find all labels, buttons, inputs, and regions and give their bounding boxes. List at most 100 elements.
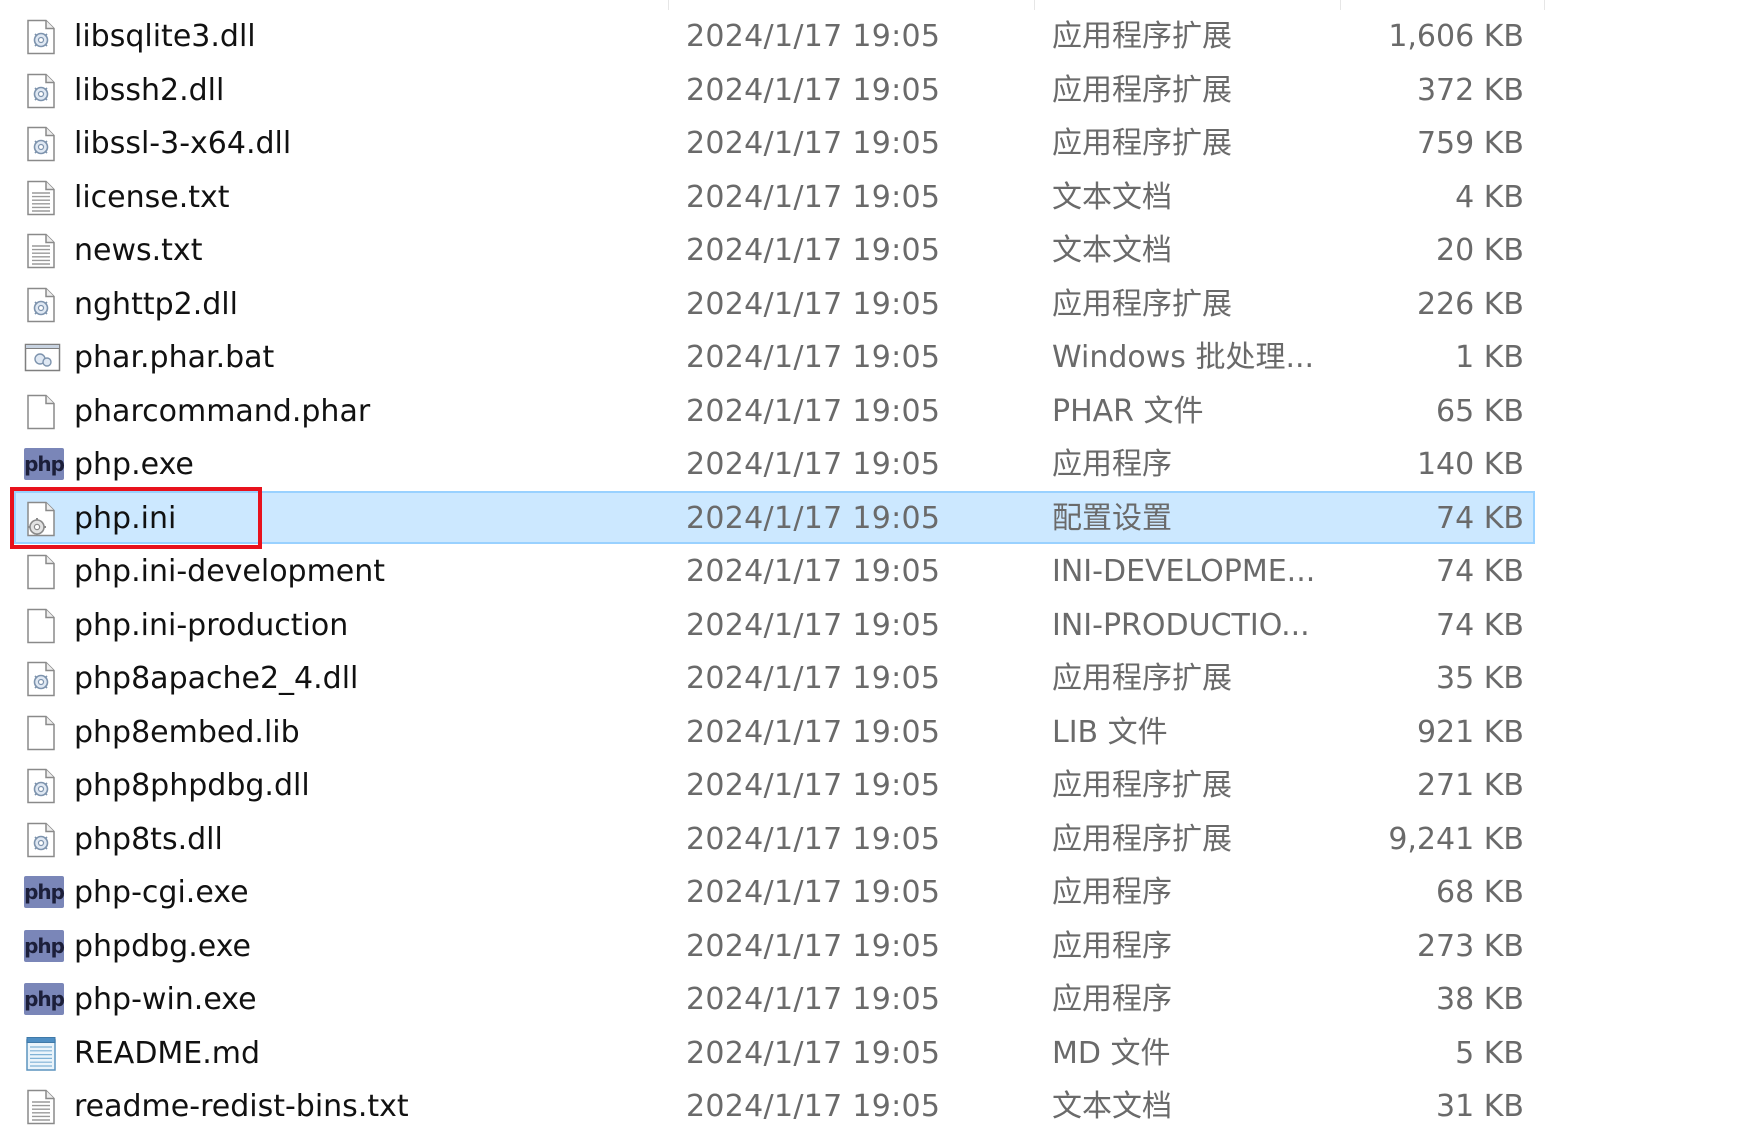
file-size: 65 KB [1436, 393, 1524, 429]
file-icon-cell [24, 171, 62, 225]
file-icon-cell [24, 813, 62, 867]
file-type: PHAR 文件 [1052, 393, 1204, 429]
column-divider[interactable] [1034, 0, 1035, 10]
file-icon-cell [24, 331, 62, 385]
file-size: 372 KB [1416, 72, 1524, 108]
file-row[interactable]: php.ini-development 2024/1/17 19:05 INI-DE… [0, 545, 1760, 599]
file-row[interactable]: license.txt 2024/1/17 19:05 文本文档 4 KB [0, 171, 1760, 225]
file-size: 38 KB [1436, 982, 1524, 1017]
file-name: phpdbg.exe [74, 928, 251, 964]
file-size: 31 KB [1436, 1089, 1524, 1124]
file-size: 271 KB [1416, 768, 1524, 803]
file-icon-cell [24, 759, 62, 813]
file-type: 应用程序扩展 [1052, 72, 1232, 108]
file-date-modified: 2024/1/17 19:05 [686, 1089, 941, 1124]
file-row[interactable]: readme-redist-bins.txt 2024/1/17 19:05 文本文… [0, 1080, 1760, 1132]
file-date-modified: 2024/1/17 19:05 [686, 1035, 941, 1071]
file-row[interactable]: phar.phar.bat 2024/1/17 19:05 Windows 批处理.… [0, 331, 1760, 385]
file-row[interactable]: libssh2.dll 2024/1/17 19:05 应用程序扩展 372 KB [0, 64, 1760, 118]
file-row[interactable]: news.txt 2024/1/17 19:05 文本文档 20 KB [0, 224, 1760, 278]
dll-icon [24, 73, 58, 109]
file-size: 140 KB [1416, 447, 1524, 482]
file-type: 应用程序扩展 [1052, 19, 1232, 54]
file-icon-cell [24, 652, 62, 706]
file-icon-cell [24, 545, 62, 599]
file-type: 文本文档 [1052, 1089, 1172, 1124]
file-size: 4 KB [1455, 179, 1524, 215]
file-name: libsqlite3.dll [74, 19, 256, 54]
file-date-modified: 2024/1/17 19:05 [686, 126, 941, 161]
file-size: 74 KB [1436, 500, 1524, 536]
file-name: php.ini-development [74, 554, 386, 589]
text-file-icon [24, 1089, 58, 1125]
file-date-modified: 2024/1/17 19:05 [686, 72, 941, 108]
file-type: 应用程序扩展 [1052, 661, 1232, 696]
file-type: 应用程序 [1052, 928, 1172, 964]
file-type: 应用程序 [1052, 875, 1172, 910]
file-row[interactable]: php8apache2_4.dll 2024/1/17 19:05 应用程序扩展 35… [0, 652, 1760, 706]
file-row[interactable]: libssl-3-x64.dll 2024/1/17 19:05 应用程序扩展 759… [0, 117, 1760, 171]
file-list: libsqlite3.dll 2024/1/17 19:05 应用程序扩展 1,606… [0, 10, 1760, 1132]
dll-icon [24, 661, 58, 697]
file-size: 35 KB [1436, 661, 1524, 696]
file-size: 759 KB [1416, 126, 1524, 161]
file-date-modified: 2024/1/17 19:05 [686, 554, 941, 589]
blank-file-icon [24, 554, 58, 590]
text-file-icon [24, 180, 58, 216]
file-row[interactable]: libsqlite3.dll 2024/1/17 19:05 应用程序扩展 1,606… [0, 10, 1760, 64]
file-size: 74 KB [1436, 607, 1524, 643]
file-row[interactable]: php8phpdbg.dll 2024/1/17 19:05 应用程序扩展 271 K… [0, 759, 1760, 813]
file-size: 921 KB [1416, 714, 1524, 750]
file-row[interactable]: README.md 2024/1/17 19:05 MD 文件 5 KB [0, 1027, 1760, 1081]
file-row[interactable]: php.ini 2024/1/17 19:05 配置设置 74 KB [0, 486, 1760, 549]
file-size: 1 KB [1455, 340, 1524, 375]
file-row[interactable]: php php.exe 2024/1/17 19:05 应用程序 140 KB [0, 438, 1760, 492]
file-type: LIB 文件 [1052, 714, 1168, 750]
batch-file-icon [24, 340, 61, 376]
file-row[interactable]: pharcommand.phar 2024/1/17 19:05 PHAR 文件 65… [0, 385, 1760, 439]
file-row[interactable]: php php-cgi.exe 2024/1/17 19:05 应用程序 68 KB [0, 866, 1760, 920]
file-date-modified: 2024/1/17 19:05 [686, 661, 941, 696]
file-size: 5 KB [1455, 1035, 1524, 1071]
file-size: 226 KB [1416, 286, 1524, 322]
file-name: pharcommand.phar [74, 393, 371, 429]
file-row[interactable]: php phpdbg.exe 2024/1/17 19:05 应用程序 273 KB [0, 920, 1760, 974]
file-size: 1,606 KB [1388, 19, 1524, 54]
file-date-modified: 2024/1/17 19:05 [686, 714, 941, 750]
file-row[interactable]: php php-win.exe 2024/1/17 19:05 应用程序 38 KB [0, 973, 1760, 1027]
column-divider[interactable] [1340, 0, 1341, 10]
php-icon: php [24, 983, 65, 1015]
file-date-modified: 2024/1/17 19:05 [686, 340, 941, 375]
file-type: 应用程序扩展 [1052, 126, 1232, 161]
file-row[interactable]: php8ts.dll 2024/1/17 19:05 应用程序扩展 9,241 KB [0, 813, 1760, 867]
file-name: libssl-3-x64.dll [74, 126, 292, 161]
file-type: 文本文档 [1052, 233, 1172, 268]
file-name: readme-redist-bins.txt [74, 1089, 409, 1124]
file-name: php8phpdbg.dll [74, 768, 310, 803]
file-date-modified: 2024/1/17 19:05 [686, 447, 941, 482]
dll-icon [24, 287, 58, 323]
file-icon-cell [24, 1027, 62, 1081]
column-divider[interactable] [668, 0, 669, 10]
file-size: 20 KB [1436, 233, 1524, 268]
file-row[interactable]: php.ini-production 2024/1/17 19:05 INI-PRO… [0, 599, 1760, 653]
dll-icon [24, 768, 58, 804]
blank-file-icon [24, 715, 58, 751]
file-size: 9,241 KB [1388, 821, 1524, 857]
file-date-modified: 2024/1/17 19:05 [686, 393, 941, 429]
file-date-modified: 2024/1/17 19:05 [686, 928, 941, 964]
column-divider[interactable] [1544, 0, 1545, 10]
file-row[interactable]: nghttp2.dll 2024/1/17 19:05 应用程序扩展 226 KB [0, 278, 1760, 332]
file-row[interactable]: php8embed.lib 2024/1/17 19:05 LIB 文件 921 KB [0, 706, 1760, 760]
file-size: 273 KB [1416, 928, 1524, 964]
file-type: Windows 批处理... [1052, 340, 1315, 375]
file-icon-cell: php [24, 920, 65, 974]
file-name: php-win.exe [74, 982, 257, 1017]
file-icon-cell: php [24, 866, 65, 920]
file-icon-cell [24, 64, 62, 118]
file-icon-cell [24, 10, 62, 64]
file-name: php.ini-production [74, 607, 349, 643]
notepad-file-icon [24, 1036, 58, 1072]
file-icon-cell [24, 278, 62, 332]
file-name: phar.phar.bat [74, 340, 275, 375]
